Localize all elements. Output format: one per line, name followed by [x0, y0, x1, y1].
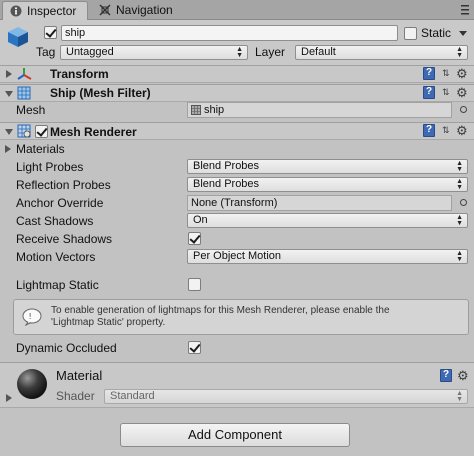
- tab-navigation[interactable]: Navigation: [92, 1, 186, 20]
- gear-icon[interactable]: ⚙: [456, 86, 468, 99]
- object-name-input[interactable]: ship: [61, 25, 398, 41]
- lightmap-static-checkbox[interactable]: [188, 278, 201, 291]
- gameobject-cube-icon: [8, 27, 28, 47]
- object-picker-icon[interactable]: [460, 199, 467, 206]
- motion-vectors-dropdown[interactable]: Per Object Motion ▲ ▼: [187, 249, 468, 264]
- tab-navigation-label: Navigation: [116, 3, 173, 17]
- preset-icon[interactable]: ⇅: [442, 126, 450, 135]
- svg-text:!: !: [29, 312, 32, 321]
- material-title: Material: [56, 368, 103, 383]
- static-dropdown-arrow-icon[interactable]: [459, 31, 467, 36]
- mesh-object-field[interactable]: ship: [187, 102, 452, 118]
- light-probes-dropdown[interactable]: Blend Probes ▲ ▼: [187, 159, 468, 174]
- preset-icon[interactable]: ⇅: [442, 88, 450, 97]
- shader-label: Shader: [56, 389, 95, 403]
- dynamic-occluded-checkbox[interactable]: [188, 341, 201, 354]
- tab-inspector-label: Inspector: [27, 4, 77, 18]
- reflection-probes-label: Reflection Probes: [16, 178, 111, 192]
- cast-shadows-dropdown[interactable]: On ▲ ▼: [187, 213, 468, 228]
- gear-icon[interactable]: ⚙: [457, 369, 469, 382]
- mesh-renderer-icon: [17, 124, 31, 138]
- dropdown-arrows-icon: ▲ ▼: [456, 178, 463, 191]
- transform-foldout-icon[interactable]: [6, 70, 12, 78]
- add-component-button[interactable]: Add Component: [120, 423, 350, 447]
- shader-dropdown[interactable]: Standard ▲ ▼: [104, 389, 468, 404]
- tab-inspector[interactable]: Inspector: [2, 1, 88, 20]
- shader-value: Standard: [110, 390, 155, 402]
- motion-vectors-value: Per Object Motion: [193, 250, 282, 262]
- help-book-icon[interactable]: [423, 86, 435, 99]
- dropdown-arrows-icon: ▲ ▼: [456, 46, 463, 59]
- reflection-probes-dropdown[interactable]: Blend Probes ▲ ▼: [187, 177, 468, 192]
- info-icon: [10, 5, 22, 17]
- active-checkbox[interactable]: [44, 26, 57, 39]
- receive-shadows-checkbox[interactable]: [188, 232, 201, 245]
- mesh-filter-icon: [17, 86, 31, 100]
- anchor-override-field[interactable]: None (Transform): [187, 195, 452, 211]
- static-label: Static: [421, 26, 452, 40]
- dropdown-arrows-icon: ▲ ▼: [456, 390, 463, 403]
- cast-shadows-value: On: [193, 214, 208, 226]
- light-probes-value: Blend Probes: [193, 160, 260, 172]
- mesh-value: ship: [204, 104, 225, 116]
- mesh-renderer-foldout-icon[interactable]: [5, 129, 13, 135]
- speech-bubble-icon: !: [22, 308, 42, 326]
- anchor-override-label: Anchor Override: [16, 196, 104, 210]
- transform-axes-icon: [17, 68, 32, 80]
- light-probes-label: Light Probes: [16, 160, 84, 174]
- material-foldout-icon[interactable]: [6, 394, 12, 402]
- tag-label: Tag: [36, 45, 56, 59]
- receive-shadows-label: Receive Shadows: [16, 232, 113, 246]
- help-book-icon[interactable]: [423, 124, 435, 137]
- help-book-icon[interactable]: [440, 369, 452, 382]
- help-text-line1: To enable generation of lightmaps for th…: [51, 305, 390, 316]
- layer-dropdown[interactable]: Default ▲ ▼: [295, 45, 468, 60]
- static-checkbox[interactable]: [404, 27, 417, 40]
- tag-dropdown[interactable]: Untagged ▲ ▼: [60, 45, 248, 60]
- dropdown-arrows-icon: ▲ ▼: [456, 214, 463, 227]
- mesh-asset-icon: [191, 105, 201, 115]
- materials-label[interactable]: Materials: [16, 142, 65, 156]
- layer-value: Default: [301, 46, 336, 58]
- mesh-filter-foldout-icon[interactable]: [5, 91, 13, 97]
- cast-shadows-label: Cast Shadows: [16, 214, 94, 228]
- transform-title: Transform: [50, 67, 109, 81]
- dropdown-arrows-icon: ▲ ▼: [236, 46, 243, 59]
- dynamic-occluded-label: Dynamic Occluded: [16, 341, 117, 355]
- navigation-icon: [99, 4, 111, 16]
- gear-icon[interactable]: ⚙: [456, 124, 468, 137]
- gear-icon[interactable]: ⚙: [456, 67, 468, 80]
- tab-menu-icon[interactable]: [460, 4, 470, 16]
- materials-foldout-icon[interactable]: [5, 145, 11, 153]
- object-picker-icon[interactable]: [460, 106, 467, 113]
- preset-icon[interactable]: ⇅: [442, 69, 450, 78]
- material-sphere-icon: [17, 369, 47, 399]
- reflection-probes-value: Blend Probes: [193, 178, 260, 190]
- tag-value: Untagged: [66, 46, 114, 58]
- mesh-renderer-enabled-checkbox[interactable]: [35, 125, 48, 138]
- lightmap-static-label: Lightmap Static: [16, 278, 99, 292]
- layer-label: Layer: [255, 45, 286, 59]
- mesh-filter-title: Ship (Mesh Filter): [50, 86, 151, 100]
- help-text-line2: 'Lightmap Static' property.: [51, 317, 166, 328]
- motion-vectors-label: Motion Vectors: [16, 250, 96, 264]
- mesh-renderer-title: Mesh Renderer: [50, 125, 137, 139]
- lightmap-help-box: ! To enable generation of lightmaps for …: [13, 299, 469, 335]
- mesh-label: Mesh: [16, 103, 46, 117]
- dropdown-arrows-icon: ▲ ▼: [456, 250, 463, 263]
- help-book-icon[interactable]: [423, 67, 435, 80]
- dropdown-arrows-icon: ▲ ▼: [456, 160, 463, 173]
